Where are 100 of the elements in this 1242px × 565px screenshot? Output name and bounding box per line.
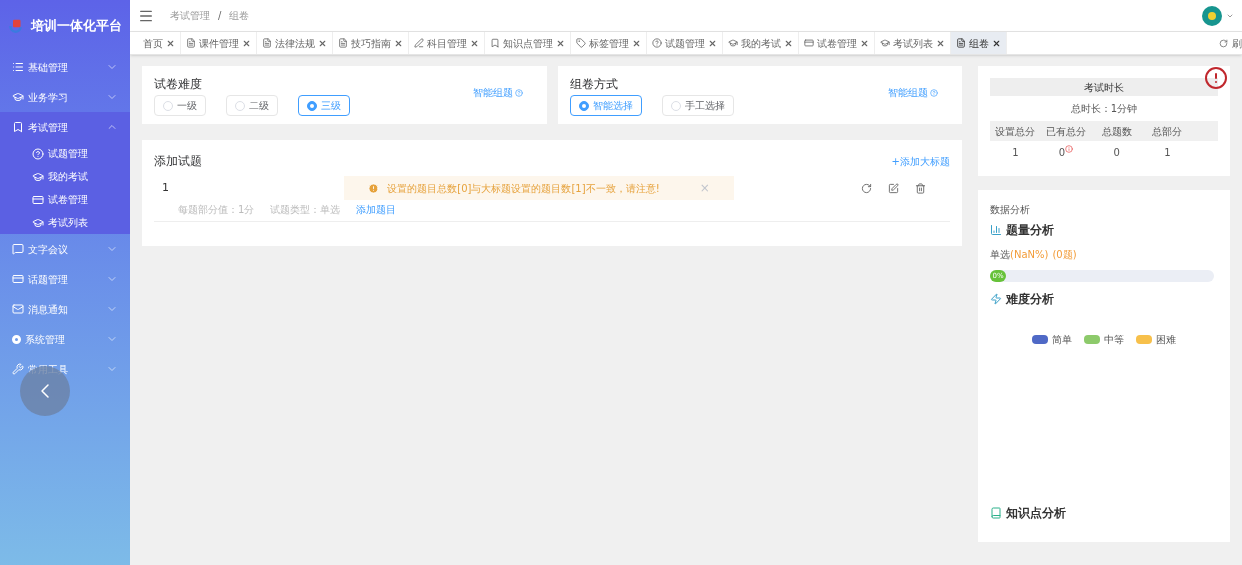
sidebar-subitem[interactable]: 试题管理	[0, 142, 130, 165]
trash-icon[interactable]	[915, 182, 926, 194]
refresh-button[interactable]: 刷	[1211, 32, 1242, 54]
bar-chart-icon	[990, 224, 1002, 236]
tab[interactable]: 首页	[138, 32, 181, 54]
mail-icon	[12, 303, 24, 315]
smart-compose-link[interactable]: 智能组题	[472, 85, 523, 100]
avatar[interactable]	[1202, 5, 1222, 26]
list-icon	[12, 61, 24, 73]
sidebar-subitem[interactable]: 试卷管理	[0, 188, 130, 211]
question-number: 1	[161, 179, 170, 196]
warning-icon	[368, 182, 380, 194]
section-heading: 知识点分析	[1006, 505, 1066, 522]
tab[interactable]: 试卷管理	[799, 32, 875, 54]
add-question-link[interactable]: 添加题目	[356, 202, 397, 217]
help-icon	[930, 88, 938, 97]
breadcrumb-item: 考试管理	[170, 9, 210, 23]
legend-label: 困难	[1156, 333, 1176, 347]
lightning-icon	[990, 293, 1002, 305]
sidebar-item[interactable]: 系统管理	[0, 324, 130, 354]
close-icon[interactable]	[242, 38, 251, 48]
close-icon[interactable]	[936, 38, 945, 48]
column-header: 总题数	[1100, 124, 1133, 139]
breadcrumb-item: 组卷	[229, 9, 250, 23]
sidebar-subitem[interactable]: 我的考试	[0, 165, 130, 188]
tab[interactable]: 试题管理	[647, 32, 723, 54]
total-duration: 总时长：1分钟	[1069, 102, 1139, 116]
table-cell-text: 1	[1164, 145, 1171, 160]
close-icon[interactable]	[470, 38, 479, 48]
table-cell-text: 0	[1058, 145, 1066, 160]
sidebar-item[interactable]: 常用工具	[0, 354, 130, 384]
count-number: (0题)	[1052, 248, 1077, 262]
refresh-icon[interactable]	[861, 182, 872, 194]
close-icon[interactable]	[556, 38, 565, 48]
graduation-cap-icon	[32, 170, 44, 183]
sidebar-item[interactable]: 话题管理	[0, 264, 130, 294]
legend-label: 中等	[1104, 333, 1124, 347]
close-icon[interactable]	[166, 38, 175, 48]
smart-compose-link[interactable]: 智能组题	[888, 85, 938, 100]
tab[interactable]: 法律法规	[257, 32, 333, 54]
sidebar-item[interactable]: 消息通知	[0, 294, 130, 324]
close-icon[interactable]	[708, 38, 717, 48]
summary-title: 考试时长	[990, 78, 1218, 96]
graduation-cap-icon	[32, 216, 44, 229]
legend-label: 简单	[1052, 333, 1072, 347]
close-icon[interactable]	[992, 38, 1001, 48]
tab[interactable]: 知识点管理	[485, 32, 571, 54]
book-icon	[990, 507, 1002, 519]
card-title: 试卷难度	[154, 76, 203, 93]
radio-option[interactable]: 手工选择	[661, 95, 734, 116]
column-header: 总部分	[1151, 124, 1184, 139]
radio-option[interactable]: 智能选择	[569, 95, 642, 116]
count-percent: (NaN%)	[1010, 248, 1049, 262]
table-cell-text: 0	[1113, 145, 1120, 160]
sidebar-subitem[interactable]: 考试列表	[0, 211, 130, 234]
radio-option[interactable]: 二级	[226, 95, 278, 116]
close-icon[interactable]	[318, 38, 327, 48]
card-icon	[804, 38, 814, 48]
card-title: 组卷方式	[569, 76, 619, 93]
sidebar-item[interactable]: 基础管理	[0, 52, 130, 82]
warning-text: 设置的题目总数[0]与大标题设置的题目数[1]不一致，请注意!	[387, 181, 660, 196]
column-header: 设置总分	[994, 124, 1037, 139]
add-heading-link[interactable]: +添加大标题	[891, 153, 950, 169]
edit-icon[interactable]	[888, 182, 899, 194]
wrench-icon	[12, 363, 24, 375]
close-icon[interactable]	[860, 38, 869, 48]
tag-icon	[576, 38, 586, 48]
analysis-title: 数据分析	[990, 203, 1031, 217]
card-title: 添加试题	[154, 153, 202, 170]
card-icon	[32, 193, 44, 206]
document-icon	[186, 38, 196, 48]
close-icon[interactable]	[632, 38, 641, 48]
breadcrumb-item: /	[218, 9, 222, 23]
radio-option[interactable]: 一级	[154, 95, 206, 116]
section-heading: 题量分析	[1006, 222, 1054, 239]
help-icon	[652, 38, 662, 48]
sidebar-item[interactable]: 文字会议	[0, 234, 130, 264]
column-header: 已有总分	[1045, 124, 1087, 139]
alert-icon	[1204, 66, 1228, 90]
sidebar-item[interactable]: 业务学习	[0, 82, 130, 112]
tab[interactable]: 技巧指南	[333, 32, 409, 54]
graduation-cap-icon	[728, 38, 738, 48]
refresh-icon	[1219, 38, 1228, 48]
graduation-cap-icon	[880, 38, 890, 48]
tab[interactable]: 课件管理	[181, 32, 257, 54]
document-icon	[956, 38, 966, 48]
close-icon[interactable]	[394, 38, 403, 48]
count-label: 单选	[990, 248, 1010, 262]
chat-icon	[12, 243, 24, 255]
tab[interactable]: 组卷	[951, 32, 1007, 54]
tab[interactable]: 科目管理	[409, 32, 485, 54]
close-icon[interactable]	[784, 38, 793, 48]
help-icon	[514, 88, 523, 97]
document-icon	[338, 38, 348, 48]
tab[interactable]: 标签管理	[571, 32, 647, 54]
sidebar-item[interactable]: 考试管理	[0, 112, 130, 142]
graduation-cap-icon	[12, 91, 24, 103]
tab[interactable]: 我的考试	[723, 32, 799, 54]
pen-icon	[414, 38, 424, 48]
radio-option[interactable]: 三级	[298, 95, 350, 116]
